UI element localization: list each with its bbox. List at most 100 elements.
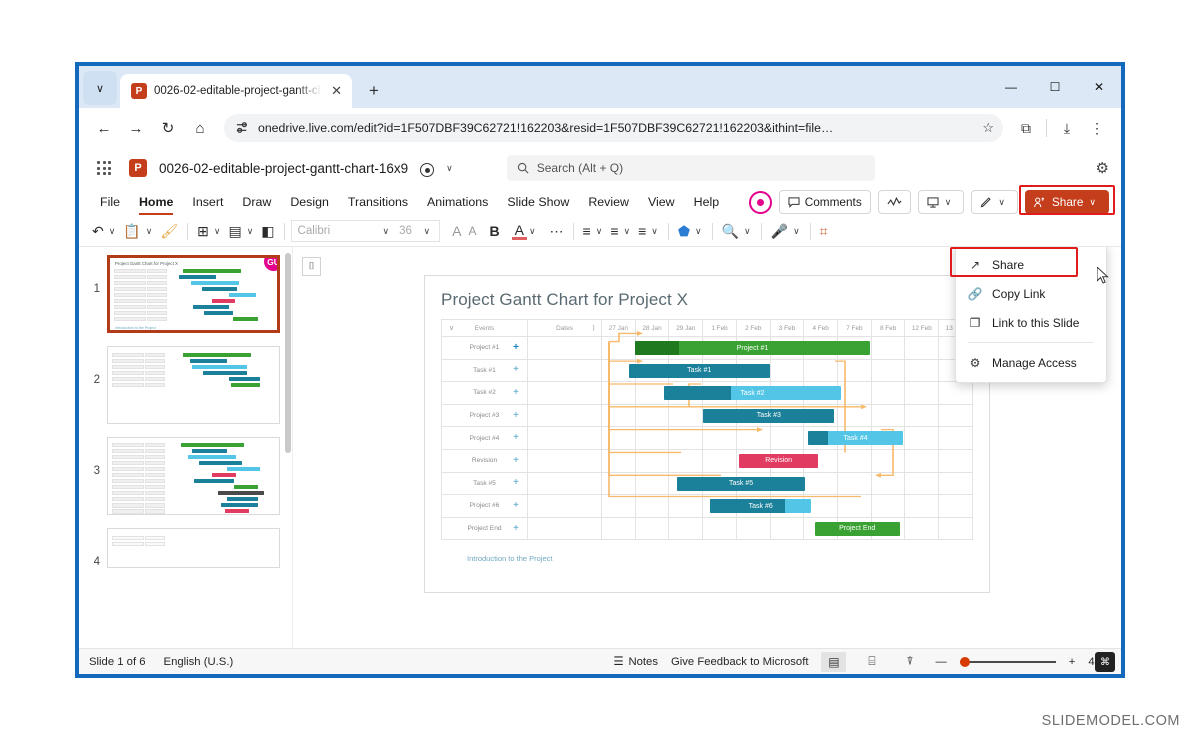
ribbon-tab-review[interactable]: Review	[579, 192, 638, 212]
shrink-font-button[interactable]: A	[465, 219, 479, 243]
thumbnail-row[interactable]: 2	[79, 346, 292, 437]
comments-button[interactable]: Comments	[778, 190, 871, 214]
document-menu-caret-icon[interactable]: ∨	[446, 163, 453, 174]
browser-tab[interactable]: P 0026-02-editable-project-gantt-chart-1…	[120, 74, 352, 108]
ribbon-tab-slide-show[interactable]: Slide Show	[498, 192, 578, 212]
zoom-in-button[interactable]: +	[1069, 656, 1076, 668]
browser-menu-icon[interactable]: ⋮	[1083, 114, 1111, 142]
document-title[interactable]: 0026-02-editable-project-gantt-chart-16x…	[159, 161, 408, 176]
shapes-caret-icon[interactable]: ∨	[694, 226, 706, 237]
ribbon-tab-help[interactable]: Help	[685, 192, 728, 212]
grow-font-button[interactable]: A	[449, 219, 464, 243]
editing-caret-icon[interactable]: ∨	[997, 197, 1009, 208]
thumbnail-row[interactable]: 1 GU Project Gantt Chart for Project X I…	[79, 255, 292, 346]
share-menu-item-link-to-slide[interactable]: ❐ Link to this Slide	[956, 308, 1106, 337]
downloads-icon[interactable]: ⤓	[1053, 114, 1081, 142]
activity-button[interactable]	[877, 190, 911, 214]
add-row-icon[interactable]: +	[513, 387, 519, 398]
thumbnail-row[interactable]: 4	[79, 528, 292, 581]
slide-caption[interactable]: Introduction to the Project	[441, 554, 973, 563]
thumbnail-scrollbar[interactable]	[285, 253, 291, 453]
zoom-slider-handle[interactable]	[959, 656, 970, 667]
reset-slide-button[interactable]: ◧	[258, 219, 277, 243]
app-launcher-icon[interactable]	[91, 155, 117, 181]
present-button[interactable]: ∨	[917, 190, 965, 214]
gantt-row[interactable]: Project #6 + Task #6	[441, 494, 973, 518]
gantt-bar[interactable]: Revision	[739, 453, 818, 468]
new-tab-button[interactable]: +	[361, 78, 387, 104]
close-window-button[interactable]: ✕	[1077, 66, 1121, 108]
gantt-row[interactable]: Project #1 + Project #1	[441, 336, 973, 360]
add-row-icon[interactable]: +	[513, 500, 519, 511]
close-tab-icon[interactable]: ✕	[329, 83, 344, 99]
editing-mode-button[interactable]: ∨	[971, 190, 1018, 214]
gantt-row[interactable]: Task #2 + Task #2	[441, 381, 973, 405]
ribbon-tab-animations[interactable]: Animations	[418, 192, 497, 212]
collapse-caret-icon[interactable]: ∨	[449, 324, 454, 332]
add-row-icon[interactable]: +	[513, 523, 519, 534]
shapes-button[interactable]: ⬟	[675, 219, 693, 243]
maximize-button[interactable]: ☐	[1033, 66, 1077, 108]
share-menu-item-copy-link[interactable]: 🔗 Copy Link	[956, 279, 1106, 308]
share-button[interactable]: Share ∨	[1024, 190, 1109, 214]
ribbon-tab-draw[interactable]: Draw	[233, 192, 280, 212]
forward-button[interactable]: →	[121, 113, 151, 143]
add-row-icon[interactable]: +	[513, 455, 519, 466]
gantt-row[interactable]: Task #1 + Task #1	[441, 358, 973, 383]
bullets-button[interactable]: ≡	[580, 219, 594, 243]
font-size-input[interactable]: 36 ∨	[394, 220, 441, 242]
ribbon-tab-file[interactable]: File	[91, 192, 129, 212]
settings-gear-icon[interactable]: ⚙	[1096, 159, 1109, 177]
paste-button[interactable]: 📋	[120, 219, 143, 243]
align-button[interactable]: ≡	[635, 219, 649, 243]
view-reading-button[interactable]: ⍒	[897, 652, 922, 672]
undo-button[interactable]: ↶	[89, 219, 107, 243]
share-caret-icon[interactable]: ∨	[1088, 197, 1100, 208]
bookmark-star-icon[interactable]: ☆	[982, 120, 994, 136]
slide-count-label[interactable]: Slide 1 of 6	[89, 656, 146, 668]
new-slide-caret-icon[interactable]: ∨	[213, 226, 225, 237]
slide-thumbnail-4[interactable]	[107, 528, 280, 568]
font-color-caret-icon[interactable]: ∨	[528, 226, 540, 237]
add-row-icon[interactable]: +	[513, 410, 519, 421]
gantt-row[interactable]: Project #4 + Task #4	[441, 426, 973, 450]
gantt-bar[interactable]: Task #1	[628, 363, 770, 378]
gantt-bar[interactable]: Task #4	[808, 431, 903, 446]
permissions-icon[interactable]	[235, 121, 250, 135]
ribbon-tab-home[interactable]: Home	[130, 192, 182, 215]
font-name-caret-icon[interactable]: ∨	[382, 226, 394, 237]
add-row-icon[interactable]: +	[513, 342, 519, 353]
minimize-button[interactable]: —	[989, 66, 1033, 108]
gantt-row[interactable]: Project End + Project End	[441, 516, 973, 541]
gantt-bar[interactable]: Task #6	[709, 499, 812, 514]
search-input[interactable]: Search (Alt + Q)	[506, 155, 875, 181]
find-caret-icon[interactable]: ∨	[743, 226, 755, 237]
split-screen-icon[interactable]: ⧉	[1012, 114, 1040, 142]
fit-to-window-button[interactable]: ⌘	[1095, 652, 1115, 672]
slide-thumbnail-1[interactable]: GU Project Gantt Chart for Project X Int…	[107, 255, 280, 333]
collapse-pane-button[interactable]: ⌷	[302, 257, 321, 276]
back-button[interactable]: ←	[89, 113, 119, 143]
numbering-button[interactable]: ≡	[607, 219, 621, 243]
add-row-icon[interactable]: +	[513, 365, 519, 375]
reload-button[interactable]: ↻	[153, 113, 183, 143]
gantt-header-events[interactable]: ∨ Events	[441, 319, 528, 337]
slide-thumbnail-pane[interactable]: 1 GU Project Gantt Chart for Project X I…	[79, 247, 292, 648]
slide-thumbnail-2[interactable]	[107, 346, 280, 424]
gantt-row[interactable]: Project #3 + Task #3	[441, 403, 973, 428]
gantt-bar[interactable]: Task #5	[677, 476, 805, 491]
add-row-icon[interactable]: +	[513, 433, 519, 443]
gantt-header-dates[interactable]: Dates ⟩	[527, 319, 602, 337]
font-color-button[interactable]: A	[511, 223, 527, 240]
slide-title[interactable]: Project Gantt Chart for Project X	[441, 290, 973, 310]
new-slide-button[interactable]: ⊞	[194, 219, 212, 243]
font-size-caret-icon[interactable]: ∨	[423, 226, 435, 237]
copilot-icon[interactable]	[748, 190, 772, 214]
slide-layout-button[interactable]: ▤	[225, 219, 244, 243]
gantt-bar[interactable]: Project End	[814, 521, 900, 536]
align-caret-icon[interactable]: ∨	[650, 226, 662, 237]
gantt-bar[interactable]: Task #3	[703, 408, 835, 423]
undo-caret-icon[interactable]: ∨	[108, 226, 120, 237]
notes-button[interactable]: ☰ Notes	[613, 655, 658, 669]
home-button[interactable]: ⌂	[185, 113, 215, 143]
